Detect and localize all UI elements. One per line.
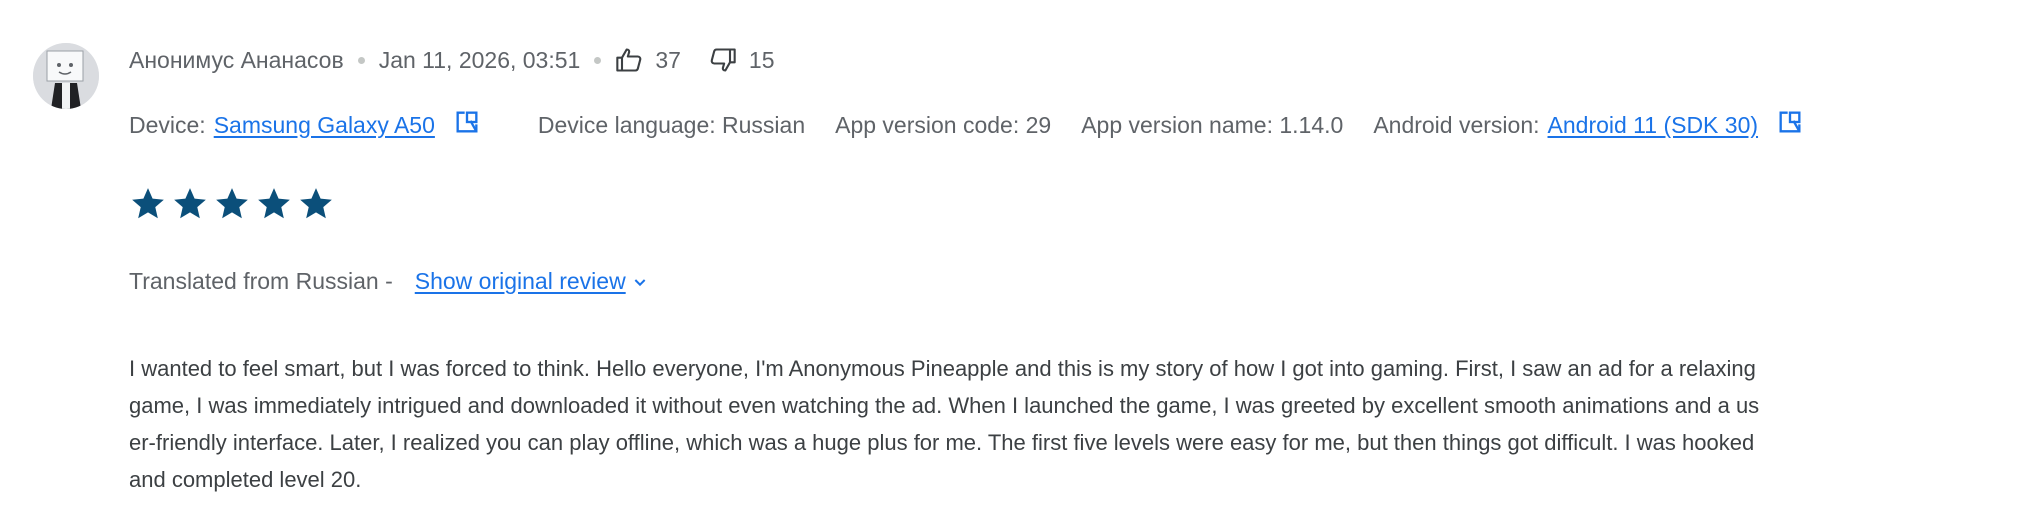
android-version-meta: Android version: Android 11 (SDK 30): [1373, 108, 1804, 142]
android-version-link[interactable]: Android 11 (SDK 30): [1548, 112, 1759, 139]
star-icon: [174, 188, 206, 219]
star-rating: [129, 185, 335, 223]
user-avatar-icon: [33, 43, 99, 109]
review-text: I wanted to feel smart, but I was forced…: [129, 356, 1760, 492]
thumbs-down-icon: [710, 48, 736, 72]
android-open-in-new-button[interactable]: [1776, 108, 1804, 142]
device-language: Device language: Russian: [537, 111, 806, 138]
review-header: Анонимус Ананасов Jan 11, 2026, 03:51 37…: [129, 42, 775, 78]
app-version-name: App version name: 1.14.0: [1081, 111, 1344, 138]
star-icon: [216, 188, 248, 219]
device-label: Device:: [129, 111, 206, 138]
device-meta: Device: Samsung Galaxy A50: [129, 108, 481, 142]
dislike-count: 15: [748, 46, 775, 73]
device-open-in-new-button[interactable]: [453, 108, 481, 142]
avatar[interactable]: [33, 43, 99, 109]
android-version-label: Android version:: [1373, 111, 1540, 138]
chevron-down-icon: [634, 278, 646, 286]
thumbs-up-icon: [616, 48, 642, 72]
separator-dot: [594, 56, 602, 64]
app-version-code: App version code: 29: [835, 111, 1052, 138]
review-date: Jan 11, 2026, 03:51: [378, 46, 581, 73]
translated-from-label: Translated from Russian -: [129, 268, 393, 294]
show-original-review-button[interactable]: Show original review: [415, 268, 648, 295]
show-original-label: Show original review: [414, 268, 626, 294]
separator-dot: [357, 56, 365, 64]
open-in-new-icon: [1779, 111, 1801, 133]
device-link[interactable]: Samsung Galaxy A50: [214, 112, 435, 139]
translation-notice: Translated from Russian - Show original …: [129, 268, 648, 295]
author-name: Анонимус Ананасов: [129, 46, 344, 73]
like-button[interactable]: 37: [615, 46, 681, 74]
like-count: 37: [655, 46, 681, 73]
star-icon: [300, 188, 332, 219]
star-icon: [132, 188, 164, 219]
star-icon: [258, 188, 290, 219]
open-in-new-icon: [456, 111, 478, 133]
device-info-row: Device: Samsung Galaxy A50 Device langua…: [129, 107, 1804, 143]
dislike-button[interactable]: 15: [709, 46, 775, 74]
